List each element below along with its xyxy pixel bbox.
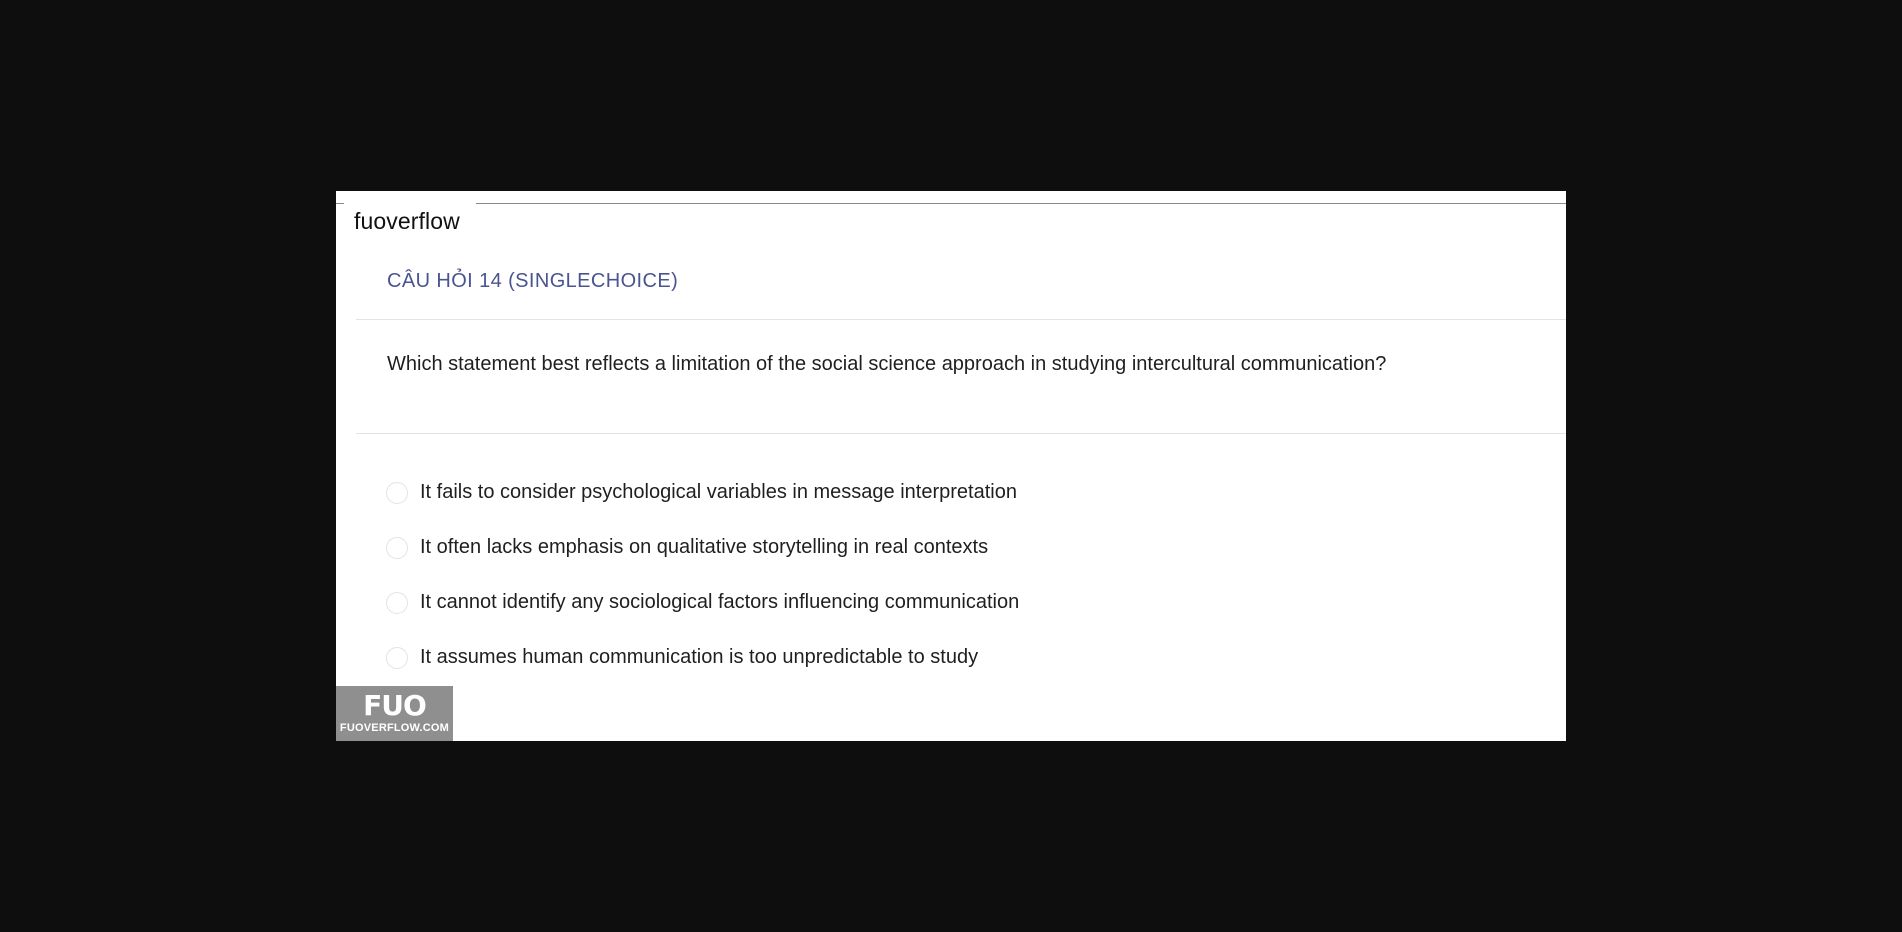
question-header: CÂU HỎI 14 (SINGLECHOICE) [387, 270, 679, 292]
divider-top [356, 319, 1566, 320]
answer-option-2[interactable]: It often lacks emphasis on qualitative s… [386, 520, 1019, 575]
brand-title: fuoverflow [354, 208, 460, 234]
radio-button-3[interactable] [386, 591, 408, 614]
answer-option-label: It often lacks emphasis on qualitative s… [420, 536, 989, 558]
answer-option-label: It fails to consider psychological varia… [420, 481, 1017, 503]
answer-option-label: It assumes human communication is too un… [420, 646, 979, 668]
question-panel: fuoverflow CÂU HỎI 14 (SINGLECHOICE) Whi… [336, 191, 1566, 741]
logo-mark: FUO [363, 689, 427, 722]
watermark-logo: FUO FUOVERFLOW.COM [336, 686, 453, 741]
answer-option-3[interactable]: It cannot identify any sociological fact… [386, 575, 1019, 630]
radio-button-4[interactable] [386, 646, 408, 669]
top-rule-left [336, 203, 344, 204]
question-text: Which statement best reflects a limitati… [387, 353, 1387, 375]
radio-button-2[interactable] [386, 536, 408, 559]
screen: fuoverflow CÂU HỎI 14 (SINGLECHOICE) Whi… [0, 0, 1902, 932]
answer-options: It fails to consider psychological varia… [386, 465, 1019, 685]
answer-option-label: It cannot identify any sociological fact… [420, 591, 1020, 613]
answer-option-4[interactable]: It assumes human communication is too un… [386, 630, 1019, 685]
answer-option-1[interactable]: It fails to consider psychological varia… [386, 465, 1019, 520]
logo-site-text: FUOVERFLOW.COM [339, 722, 450, 734]
radio-button-1[interactable] [386, 481, 408, 504]
top-rule [476, 203, 1566, 204]
divider-bottom [356, 433, 1566, 434]
